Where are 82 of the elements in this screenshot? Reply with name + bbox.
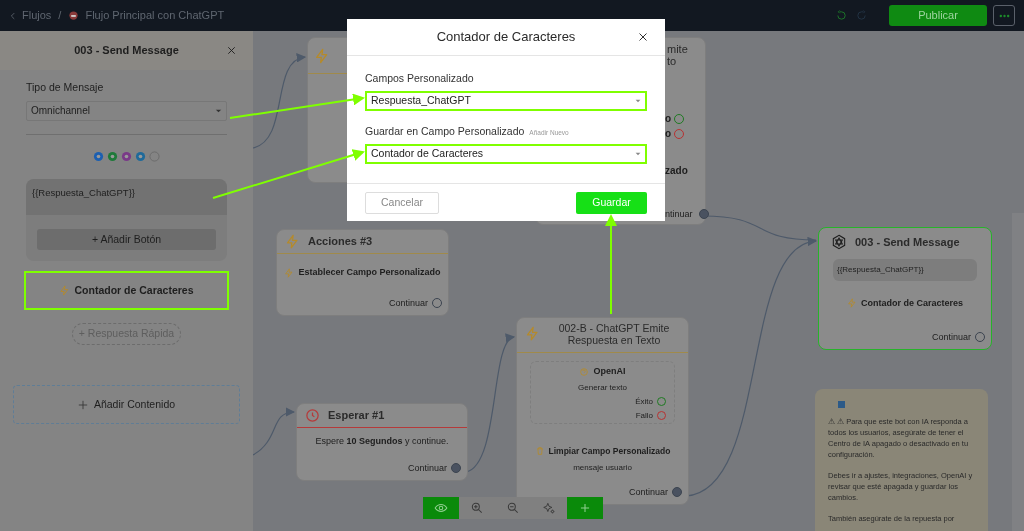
action-node[interactable]: Acciones #3 Establecer Campo Personalizado Continuar: [276, 229, 449, 316]
message-bubble: {{Respuesta_ChatGPT}}: [833, 258, 977, 281]
toolbar-button[interactable]: [423, 497, 459, 519]
channel-icon: [93, 150, 104, 162]
action-label: Establecer Campo Personalizado: [298, 266, 441, 279]
action-label: Contador de Caracteres: [860, 296, 963, 310]
chevron-left-icon: [8, 10, 18, 21]
cancel-button[interactable]: Cancelar: [365, 191, 439, 214]
provider-label: OpenAI: [593, 365, 626, 378]
node-title: 002-B - ChatGPT Emite Respuesta en Texto: [557, 322, 671, 346]
network-icon: [831, 234, 847, 251]
select-field[interactable]: Respuesta_ChatGPT: [365, 90, 647, 111]
outcome-label: Fallo: [635, 409, 653, 422]
continue-label: Continuar: [931, 330, 971, 344]
node-title: Acciones #3: [308, 234, 373, 250]
lightning-icon: [285, 234, 300, 249]
wait-node[interactable]: Esperar #1 Espere 10 Segundos y continue. Continuar: [296, 403, 468, 481]
redo-icon[interactable]: [856, 10, 867, 21]
action-item[interactable]: Contador de Caracteres: [24, 271, 229, 311]
field-label: Guardar en Campo Personalizado: [365, 123, 525, 139]
bot-icon: [68, 10, 80, 21]
panel-title: 003 - Send Message: [74, 43, 179, 59]
node-text: ntinuar: [665, 208, 693, 220]
message-text: {{Respuesta_ChatGPT}}: [26, 178, 227, 215]
trash-icon: [534, 446, 545, 457]
node-title: Esperar #1: [328, 408, 385, 424]
output-port[interactable]: [672, 487, 682, 498]
ai-icon: [579, 366, 590, 377]
node-text: zado: [665, 165, 688, 177]
more-icon: [998, 13, 1010, 18]
field-label: Tipo de Mensaje: [26, 80, 105, 95]
continue-label: Continuar: [388, 296, 428, 310]
lightning-icon: [314, 48, 330, 64]
channel-icon: [135, 150, 146, 162]
message-node[interactable]: 003 - Send Message {{Respuesta_ChatGPT}} Contador de Caracteres Continuar: [818, 227, 992, 350]
dialog-title: Contador de Caracteres: [436, 28, 576, 47]
select-field[interactable]: Contador de Caracteres: [365, 143, 647, 164]
zoom-out-icon: [506, 501, 520, 515]
channel-icon: [107, 150, 118, 162]
lightning-icon: [525, 326, 540, 341]
action-detail: mensaje usuario: [572, 461, 633, 474]
breadcrumb-separator: /: [58, 8, 62, 24]
back-link[interactable]: Flujos: [8, 7, 52, 24]
outcome-label: Éxito: [635, 395, 653, 408]
node-text: to: [667, 55, 677, 67]
zoom-in-icon: [470, 501, 484, 515]
note-icon: [838, 401, 845, 408]
more-button[interactable]: [993, 5, 1015, 26]
lightning-icon: [846, 298, 857, 309]
plus-icon: [77, 399, 88, 410]
ai-node[interactable]: 002-B - ChatGPT Emite Respuesta en Texto OpenAI Generar texto Éxito Fallo Limpiar Campo Personalizado mensaje usuario Continuar: [516, 317, 689, 505]
publish-button[interactable]: Publicar: [889, 5, 987, 26]
continue-label: Continuar: [407, 461, 447, 475]
caret-icon: [635, 98, 641, 103]
output-port[interactable]: [699, 209, 709, 219]
add-content-button[interactable]: Añadir Contenido: [13, 385, 240, 425]
eye-icon: [434, 501, 448, 515]
output-port[interactable]: [451, 463, 461, 474]
flow-title: Flujo Principal con ChatGPT: [85, 8, 225, 24]
caret-icon: [215, 108, 222, 113]
toolbar-button[interactable]: [567, 497, 603, 519]
undo-icon[interactable]: [836, 10, 847, 21]
node-text: o: [665, 128, 672, 140]
caret-icon: [635, 151, 641, 156]
clock-icon: [305, 408, 320, 423]
field-label: Campos Personalizado: [365, 71, 474, 86]
close-icon[interactable]: [637, 31, 649, 43]
lightning-icon: [59, 285, 71, 297]
continue-label: Continuar: [628, 485, 668, 499]
channel-icon: [121, 150, 132, 162]
lightning-icon: [284, 267, 295, 278]
node-title: 003 - Send Message: [855, 235, 960, 250]
message-type-select[interactable]: Omnichannel: [26, 100, 227, 121]
connector-line: [252, 408, 296, 456]
node-text: mite: [667, 43, 688, 55]
node-text: o: [665, 113, 672, 125]
node-text: Espere 10 Segundos y continue.: [314, 435, 450, 448]
plus-icon: [578, 501, 592, 515]
add-button[interactable]: + Añadir Botón: [37, 229, 216, 251]
action-label: Limpiar Campo Personalizado: [548, 445, 671, 458]
sparkle-icon: [542, 501, 556, 515]
operation-label: Generar texto: [577, 381, 628, 394]
